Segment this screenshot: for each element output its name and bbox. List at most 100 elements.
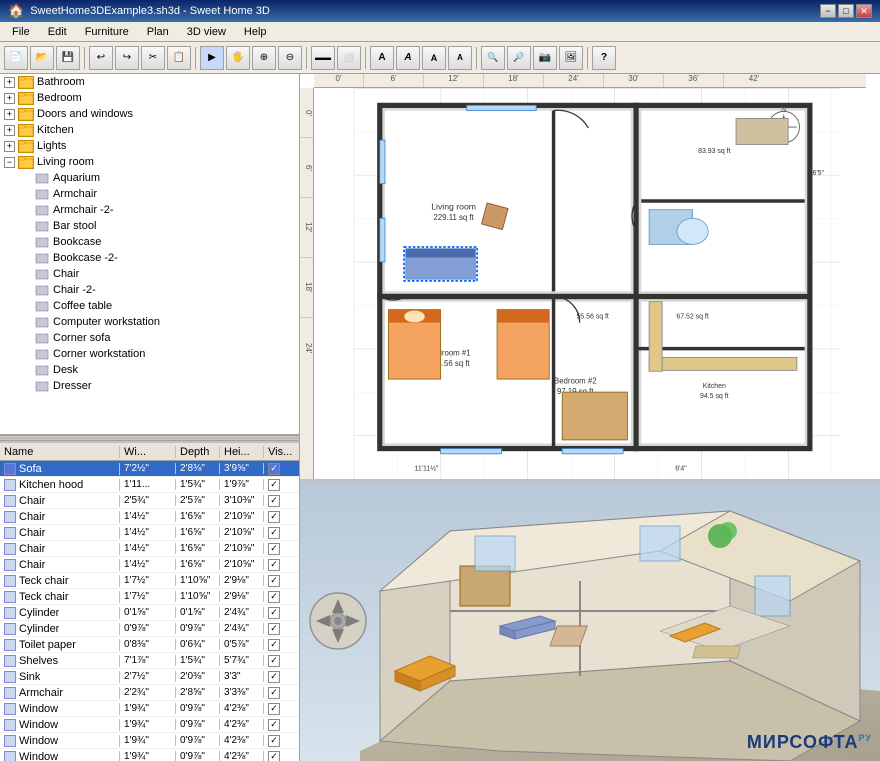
snapshot-button[interactable]: 🖼 bbox=[559, 46, 583, 70]
row-visible[interactable] bbox=[264, 511, 294, 523]
copy-button[interactable]: 📋 bbox=[167, 46, 191, 70]
list-row[interactable]: Chair1'4½"1'6⅝"2'10⅝" bbox=[0, 541, 299, 557]
furniture-catalog-tree[interactable]: +Bathroom+Bedroom+Doors and windows+Kitc… bbox=[0, 74, 299, 435]
visible-checkbox[interactable] bbox=[268, 655, 280, 667]
visible-checkbox[interactable] bbox=[268, 735, 280, 747]
list-row[interactable]: Teck chair1'7½"1'10⅝"2'9⅛" bbox=[0, 573, 299, 589]
list-row[interactable]: Cylinder0'1⅝"0'1⅝"2'4¾" bbox=[0, 605, 299, 621]
tree-item-10[interactable]: Bookcase bbox=[0, 234, 299, 250]
tree-item-16[interactable]: Corner sofa bbox=[0, 330, 299, 346]
row-visible[interactable] bbox=[264, 735, 294, 747]
menu-item-file[interactable]: File bbox=[4, 24, 38, 40]
tree-item-9[interactable]: Bar stool bbox=[0, 218, 299, 234]
tree-item-12[interactable]: Chair bbox=[0, 266, 299, 282]
list-row[interactable]: Chair1'4½"1'6⅝"2'10⅝" bbox=[0, 509, 299, 525]
visible-checkbox[interactable] bbox=[268, 479, 280, 491]
list-row[interactable]: Window1'9¾"0'9⅞"4'2⅜" bbox=[0, 733, 299, 749]
list-row[interactable]: Shelves7'1⅞"1'5¾"5'7¾" bbox=[0, 653, 299, 669]
camera-button[interactable]: 📷 bbox=[533, 46, 557, 70]
list-row[interactable]: Teck chair1'7½"1'10⅝"2'9⅛" bbox=[0, 589, 299, 605]
list-row[interactable]: Window1'9¾"0'9⅞"4'2⅜" bbox=[0, 749, 299, 761]
pointer-button[interactable]: ▶ bbox=[200, 46, 224, 70]
list-row[interactable]: Window1'9¾"0'9⅞"4'2⅜" bbox=[0, 717, 299, 733]
tree-item-1[interactable]: +Bedroom bbox=[0, 90, 299, 106]
visible-checkbox[interactable] bbox=[268, 591, 280, 603]
visible-checkbox[interactable] bbox=[268, 543, 280, 555]
visible-checkbox[interactable] bbox=[268, 607, 280, 619]
zoom-out-button[interactable]: ⊖ bbox=[278, 46, 302, 70]
zoom-all-button[interactable]: 🔎 bbox=[507, 46, 531, 70]
save-button[interactable]: 💾 bbox=[56, 46, 80, 70]
menu-item-edit[interactable]: Edit bbox=[40, 24, 75, 40]
list-row[interactable]: Sink2'7½"2'0⅜"3'3" bbox=[0, 669, 299, 685]
row-visible[interactable] bbox=[264, 543, 294, 555]
expand-icon[interactable]: + bbox=[4, 141, 15, 152]
minimize-button[interactable]: − bbox=[820, 4, 836, 18]
row-visible[interactable] bbox=[264, 591, 294, 603]
row-visible[interactable] bbox=[264, 639, 294, 651]
menu-item-plan[interactable]: Plan bbox=[139, 24, 177, 40]
text4-button[interactable]: A bbox=[448, 46, 472, 70]
help-button[interactable]: ? bbox=[592, 46, 616, 70]
row-visible[interactable] bbox=[264, 527, 294, 539]
plan-svg-container[interactable]: Living room 229.11 sq ft Bedroom #1 104.… bbox=[314, 88, 880, 479]
expand-icon[interactable]: + bbox=[4, 93, 15, 104]
room-button[interactable]: ⬜ bbox=[337, 46, 361, 70]
navigation-control[interactable] bbox=[308, 591, 368, 651]
visible-checkbox[interactable] bbox=[268, 527, 280, 539]
expand-icon[interactable]: + bbox=[4, 77, 15, 88]
row-visible[interactable] bbox=[264, 479, 294, 491]
tree-item-3[interactable]: +Kitchen bbox=[0, 122, 299, 138]
expand-icon[interactable]: − bbox=[4, 157, 15, 168]
redo-button[interactable]: ↪ bbox=[115, 46, 139, 70]
list-row[interactable]: Chair2'5¾"2'5⅞"3'10⅜" bbox=[0, 493, 299, 509]
list-row[interactable]: Sofa7'2½"2'8⅜"3'9⅝" bbox=[0, 461, 299, 477]
floor-plan[interactable]: 0' 6' 12' 18' 24' 30' 36' 42' 0' 6' 12' … bbox=[300, 74, 880, 481]
tree-item-6[interactable]: Aquarium bbox=[0, 170, 299, 186]
zoom-in-button[interactable]: ⊕ bbox=[252, 46, 276, 70]
visible-checkbox[interactable] bbox=[268, 559, 280, 571]
visible-checkbox[interactable] bbox=[268, 639, 280, 651]
tree-item-8[interactable]: Armchair -2- bbox=[0, 202, 299, 218]
menu-item-furniture[interactable]: Furniture bbox=[77, 24, 137, 40]
tree-item-2[interactable]: +Doors and windows bbox=[0, 106, 299, 122]
tree-item-18[interactable]: Desk bbox=[0, 362, 299, 378]
row-visible[interactable] bbox=[264, 751, 294, 761]
text-button[interactable]: A bbox=[370, 46, 394, 70]
hand-button[interactable]: 🖐 bbox=[226, 46, 250, 70]
close-button[interactable]: ✕ bbox=[856, 4, 872, 18]
list-row[interactable]: Kitchen hood1'11...1'5¾"1'9⅞" bbox=[0, 477, 299, 493]
tree-item-0[interactable]: +Bathroom bbox=[0, 74, 299, 90]
list-row[interactable]: Chair1'4½"1'6⅝"2'10⅝" bbox=[0, 525, 299, 541]
row-visible[interactable] bbox=[264, 687, 294, 699]
visible-checkbox[interactable] bbox=[268, 671, 280, 683]
tree-item-19[interactable]: Dresser bbox=[0, 378, 299, 394]
tree-item-17[interactable]: Corner workstation bbox=[0, 346, 299, 362]
text2-button[interactable]: A bbox=[396, 46, 420, 70]
row-visible[interactable] bbox=[264, 559, 294, 571]
tree-item-15[interactable]: Computer workstation bbox=[0, 314, 299, 330]
list-row[interactable]: Toilet paper0'8⅜"0'6¾"0'5⅞" bbox=[0, 637, 299, 653]
zoom-fit-button[interactable]: 🔍 bbox=[481, 46, 505, 70]
wall-button[interactable]: ▬▬ bbox=[311, 46, 335, 70]
undo-button[interactable]: ↩ bbox=[89, 46, 113, 70]
open-button[interactable]: 📂 bbox=[30, 46, 54, 70]
visible-checkbox[interactable] bbox=[268, 463, 280, 475]
3d-view[interactable]: МИРСОФТАРУ bbox=[300, 481, 880, 761]
row-visible[interactable] bbox=[264, 623, 294, 635]
menu-item-help[interactable]: Help bbox=[236, 24, 275, 40]
menu-item-3d-view[interactable]: 3D view bbox=[179, 24, 234, 40]
tree-item-7[interactable]: Armchair bbox=[0, 186, 299, 202]
cut-button[interactable]: ✂ bbox=[141, 46, 165, 70]
visible-checkbox[interactable] bbox=[268, 575, 280, 587]
text3-button[interactable]: A bbox=[422, 46, 446, 70]
visible-checkbox[interactable] bbox=[268, 495, 280, 507]
expand-icon[interactable]: + bbox=[4, 109, 15, 120]
row-visible[interactable] bbox=[264, 655, 294, 667]
new-button[interactable]: 📄 bbox=[4, 46, 28, 70]
visible-checkbox[interactable] bbox=[268, 623, 280, 635]
row-visible[interactable] bbox=[264, 495, 294, 507]
row-visible[interactable] bbox=[264, 719, 294, 731]
row-visible[interactable] bbox=[264, 607, 294, 619]
tree-item-5[interactable]: −Living room bbox=[0, 154, 299, 170]
